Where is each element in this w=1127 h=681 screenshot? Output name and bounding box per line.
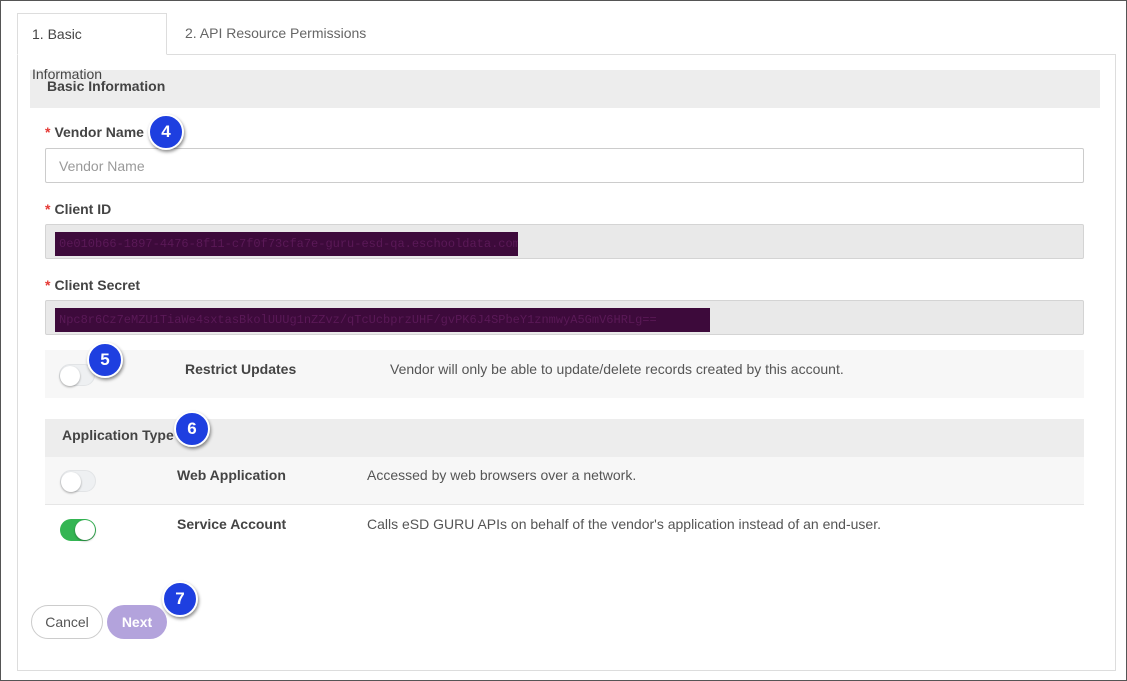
- callout-marker-5: 5: [87, 342, 123, 378]
- callout-marker-4: 4: [148, 114, 184, 150]
- next-button[interactable]: Next: [107, 605, 167, 639]
- client-id-field[interactable]: 0e010b66-1897-4476-8f11-c7f0f73cfa7e-gur…: [45, 224, 1084, 259]
- service-account-description: Calls eSD GURU APIs on behalf of the ven…: [367, 516, 881, 532]
- cancel-button[interactable]: Cancel: [31, 605, 103, 639]
- vendor-name-input[interactable]: [45, 148, 1084, 183]
- service-account-toggle[interactable]: [60, 519, 96, 541]
- tab-api-resource-permissions[interactable]: 2. API Resource Permissions: [171, 13, 380, 55]
- callout-marker-7: 7: [162, 581, 198, 617]
- client-id-label-text: Client ID: [54, 201, 112, 217]
- toggle-knob: [60, 366, 80, 386]
- client-id-label: * Client ID: [45, 201, 111, 217]
- client-secret-value-redacted: Npc8r6Cz7eMZU1TiaWe4sxtasBkolUUUg1nZZvz/…: [55, 308, 710, 332]
- client-secret-label: * Client Secret: [45, 277, 140, 293]
- toggle-knob: [61, 472, 81, 492]
- web-application-row: Web Application Accessed by web browsers…: [45, 457, 1084, 505]
- web-application-label: Web Application: [177, 467, 286, 483]
- required-mark: *: [45, 124, 51, 140]
- client-secret-label-text: Client Secret: [54, 277, 141, 293]
- section-header-basic-information: Basic Information: [30, 70, 1100, 108]
- vendor-name-label-text: Vendor Name: [54, 124, 144, 140]
- client-secret-field[interactable]: Npc8r6Cz7eMZU1TiaWe4sxtasBkolUUUg1nZZvz/…: [45, 300, 1084, 335]
- web-application-toggle[interactable]: [60, 470, 96, 492]
- service-account-row: Service Account Calls eSD GURU APIs on b…: [45, 505, 1084, 553]
- service-account-label: Service Account: [177, 516, 287, 532]
- window-frame: 1. Basic Information 2. API Resource Per…: [0, 0, 1127, 681]
- callout-marker-6: 6: [174, 411, 210, 447]
- web-application-description: Accessed by web browsers over a network.: [367, 467, 637, 483]
- toggle-knob: [75, 520, 95, 540]
- restrict-updates-label: Restrict Updates: [185, 361, 297, 377]
- required-mark: *: [45, 201, 51, 217]
- restrict-updates-description: Vendor will only be able to update/delet…: [390, 361, 844, 377]
- client-id-value-redacted: 0e010b66-1897-4476-8f11-c7f0f73cfa7e-gur…: [55, 232, 518, 256]
- tab-basic-information[interactable]: 1. Basic Information: [17, 13, 167, 82]
- required-mark: *: [45, 277, 51, 293]
- vendor-name-label: * Vendor Name: [45, 124, 144, 140]
- restrict-updates-row: Restrict Updates Vendor will only be abl…: [45, 350, 1084, 398]
